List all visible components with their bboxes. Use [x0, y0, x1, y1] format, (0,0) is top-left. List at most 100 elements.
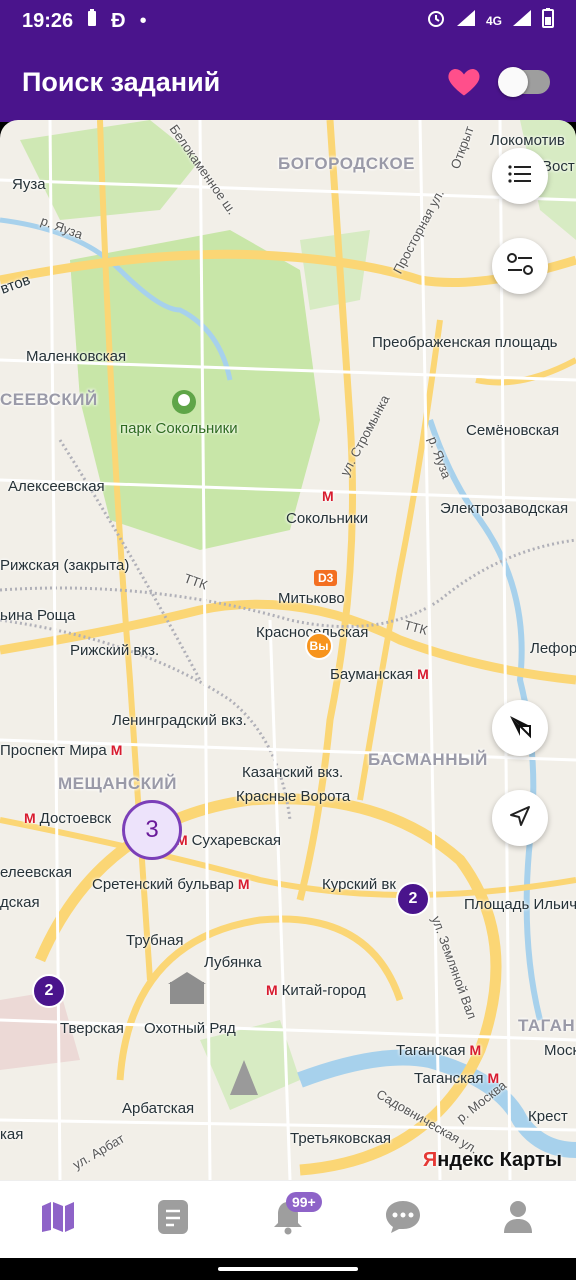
label-taganskaya-1-text: Таганская — [396, 1042, 466, 1059]
district-bogorodskoe: БОГОРОДСКОЕ — [278, 154, 416, 173]
yandex-letter: Я — [422, 1149, 438, 1171]
label-kitay-gorod-text: Китай-город — [281, 982, 366, 999]
navigation-arrow-icon — [508, 804, 532, 833]
compass-button[interactable] — [492, 700, 548, 756]
signal-icon — [456, 9, 476, 33]
page-title: Поиск заданий — [22, 66, 221, 97]
task-cluster-left[interactable]: 2 — [32, 974, 66, 1008]
bottom-navigation: 99+ — [0, 1180, 576, 1258]
nav-map[interactable] — [28, 1190, 88, 1250]
toggle-knob — [498, 67, 528, 97]
label-sukharevskaya-text: Сухаревская — [191, 832, 282, 849]
app-bar: Поиск заданий — [0, 42, 576, 122]
label-mosk: Моск — [544, 1042, 576, 1059]
label-tretyakovskaya: Третьяковская — [290, 1130, 392, 1147]
my-location-button[interactable] — [492, 790, 548, 846]
label-sokolniki-text: Сокольники — [286, 510, 369, 527]
metro-icon: M — [469, 1042, 482, 1058]
status-bar: 19:26 Đ • 4G — [0, 0, 576, 42]
metro-icon: M — [417, 666, 429, 682]
label-rizhskaya-closed: Рижская (закрыта) — [0, 557, 130, 574]
label-prospekt-mira-text: Проспект Мира — [0, 742, 107, 759]
label-leningradsky: Ленинградский вкз. — [112, 712, 247, 729]
home-indicator[interactable] — [218, 1267, 358, 1271]
compass-icon — [506, 712, 534, 745]
label-trubnaya: Трубная — [126, 932, 184, 949]
label-lubyanka: Лубянка — [204, 954, 262, 971]
label-krasnye-vorota: Красные Ворота — [236, 788, 351, 805]
metro-icon: M — [237, 876, 250, 892]
label-dostoevskaya: M Достоевск — [24, 810, 111, 827]
filter-button[interactable] — [492, 238, 548, 294]
label-seleevskaya: елеевская — [0, 864, 72, 881]
label-lefor: Лефор — [530, 640, 576, 657]
task-cluster-big[interactable]: 3 — [122, 800, 182, 860]
network-type: 4G — [485, 14, 502, 28]
label-preobrazhenskaya: Преображенская площадь — [372, 334, 558, 351]
label-sretensky: Сретенский бульвар M — [92, 876, 250, 893]
label-yauza: Яуза — [12, 176, 46, 193]
favorite-heart-icon[interactable] — [446, 64, 482, 100]
user-location-label: Вы — [309, 639, 329, 653]
map-view[interactable]: БОГОРОДСКОЕ СЕЕВСКИЙ МЕЩАНСКИЙ БАСМАННЫЙ… — [0, 120, 576, 1180]
label-okhotny-ryad: Охотный Ряд — [144, 1020, 236, 1037]
task-cluster-big-count: 3 — [145, 816, 159, 843]
label-mitkovo: Митьково — [278, 590, 345, 607]
label-taganskaya-2-text: Таганская — [414, 1070, 484, 1087]
signal-icon-2 — [512, 9, 532, 33]
user-location-marker[interactable]: Вы — [305, 632, 333, 660]
district-alekseevsky: СЕЕВСКИЙ — [0, 390, 98, 409]
map-icon — [40, 1200, 76, 1239]
nav-notifications[interactable]: 99+ — [258, 1190, 322, 1250]
label-adskaya: дская — [0, 894, 40, 911]
yandex-maps-attribution[interactable]: Яндекс Карты — [423, 1149, 562, 1172]
profile-user-icon — [502, 1199, 534, 1240]
nav-tasks[interactable] — [143, 1190, 203, 1250]
label-elektrozavodskaya: Электрозаводская — [440, 500, 569, 517]
label-lokomotiv: Локомотив — [490, 132, 565, 149]
label-marina-roshcha: ьина Роща — [0, 607, 76, 624]
mode-toggle[interactable] — [498, 67, 550, 97]
label-prospekt-mira: Проспект Мира M — [0, 742, 122, 759]
alarm-icon — [426, 8, 446, 34]
nav-chat[interactable] — [373, 1190, 433, 1250]
list-view-button[interactable] — [492, 148, 548, 204]
status-time: 19:26 — [22, 9, 74, 32]
metro-icon: M — [266, 982, 278, 998]
label-alekseevskaya: Алексеевская — [8, 478, 105, 495]
task-cluster-left-count: 2 — [44, 982, 54, 999]
label-semenovskaya: Семёновская — [466, 422, 560, 439]
label-arbatskaya: Арбатская — [122, 1100, 195, 1117]
label-krest: Крест — [528, 1108, 568, 1125]
battery-saver-icon — [87, 9, 97, 33]
notification-badge: 99+ — [285, 1191, 322, 1212]
label-sukharevskaya: M Сухаревская — [176, 832, 281, 849]
label-sokolniki: M Сокольники — [286, 488, 369, 527]
label-malenkovskaya: Маленковская — [26, 348, 127, 365]
label-kazansky: Казанский вкз. — [242, 764, 344, 781]
label-kaya: кая — [0, 1126, 24, 1143]
d3-marker: D3 — [314, 570, 338, 586]
label-baumanskaya: Бауманская M — [330, 666, 429, 683]
label-tverskaya: Тверская — [60, 1020, 124, 1037]
label-taganskaya-2: Таганская M — [414, 1070, 499, 1087]
task-cluster-right-count: 2 — [408, 890, 418, 907]
task-cluster-right[interactable]: 2 — [396, 882, 430, 916]
nav-profile[interactable] — [488, 1190, 548, 1250]
d3-label: D3 — [318, 571, 334, 585]
metro-icon: M — [322, 488, 334, 504]
district-basmanny: БАСМАННЫЙ — [368, 750, 488, 769]
metro-icon: M — [24, 810, 36, 826]
label-rizhsky-vkz: Рижский вкз. — [70, 642, 160, 659]
district-tagansky: ТАГАН — [518, 1016, 576, 1035]
label-kitay-gorod: M Китай-город — [266, 982, 366, 999]
label-ploshchad-ilyicha: Площадь Ильич — [464, 896, 576, 913]
label-dostoevskaya-text: Достоевск — [39, 810, 112, 827]
crypto-d-icon: Đ — [111, 9, 126, 32]
label-baumanskaya-text: Бауманская — [330, 666, 414, 683]
system-home-bar — [0, 1258, 576, 1280]
list-icon — [508, 164, 532, 189]
district-meshchansky: МЕЩАНСКИЙ — [58, 774, 177, 793]
metro-icon: M — [110, 742, 123, 758]
filter-icon — [506, 252, 534, 281]
